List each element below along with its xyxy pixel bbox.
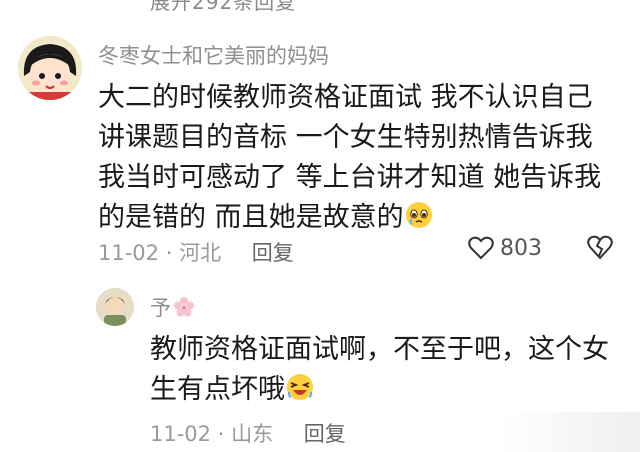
avatar[interactable] <box>18 36 82 100</box>
reply-body: 教师资格证面试啊，不至于吧，这个女生有点坏哦 <box>150 330 620 410</box>
avatar-cartoon-girl-icon <box>18 36 82 100</box>
reply-username[interactable]: 予 <box>150 292 171 322</box>
broken-heart-icon <box>587 235 613 260</box>
comment-body: 大二的时候教师资格证面试 我不认识自己讲课题目的音标 一个女生特别热情告诉我我当… <box>98 78 618 238</box>
dislike-button[interactable] <box>586 234 614 262</box>
comment-reply-button[interactable]: 回复 <box>252 241 294 265</box>
comment-location: 河北 <box>179 241 222 265</box>
like-count: 803 <box>500 235 542 261</box>
comment-date: 11-02 <box>98 241 160 265</box>
teary-face-emoji-icon <box>405 202 432 228</box>
avatar-illustration-icon <box>96 288 134 326</box>
reply-avatar[interactable] <box>96 288 134 326</box>
reply-date: 11-02 <box>150 422 212 446</box>
comment-meta: 11-02 · 河北 回复 <box>98 241 294 265</box>
reply-location: 山东 <box>231 422 274 446</box>
reply-username-row[interactable]: 予 <box>150 292 195 322</box>
reply-text: 教师资格证面试啊，不至于吧，这个女生有点坏哦 <box>150 334 609 405</box>
laughing-face-emoji-icon <box>287 374 313 400</box>
reply-meta: 11-02 · 山东 回复 <box>150 422 346 446</box>
cherry-blossom-icon <box>174 297 194 317</box>
comment-username[interactable]: 冬枣女士和它美丽的妈妈 <box>98 40 329 70</box>
reply-reply-button[interactable]: 回复 <box>304 422 346 446</box>
comment-text: 大二的时候教师资格证面试 我不认识自己讲课题目的音标 一个女生特别热情告诉我我当… <box>98 82 602 233</box>
collapsed-replies-fragment[interactable]: 展开292条回复 <box>150 0 296 15</box>
like-button[interactable]: 803 <box>468 234 542 262</box>
heart-outline-icon <box>468 236 494 260</box>
watermark-overlay <box>500 412 640 452</box>
